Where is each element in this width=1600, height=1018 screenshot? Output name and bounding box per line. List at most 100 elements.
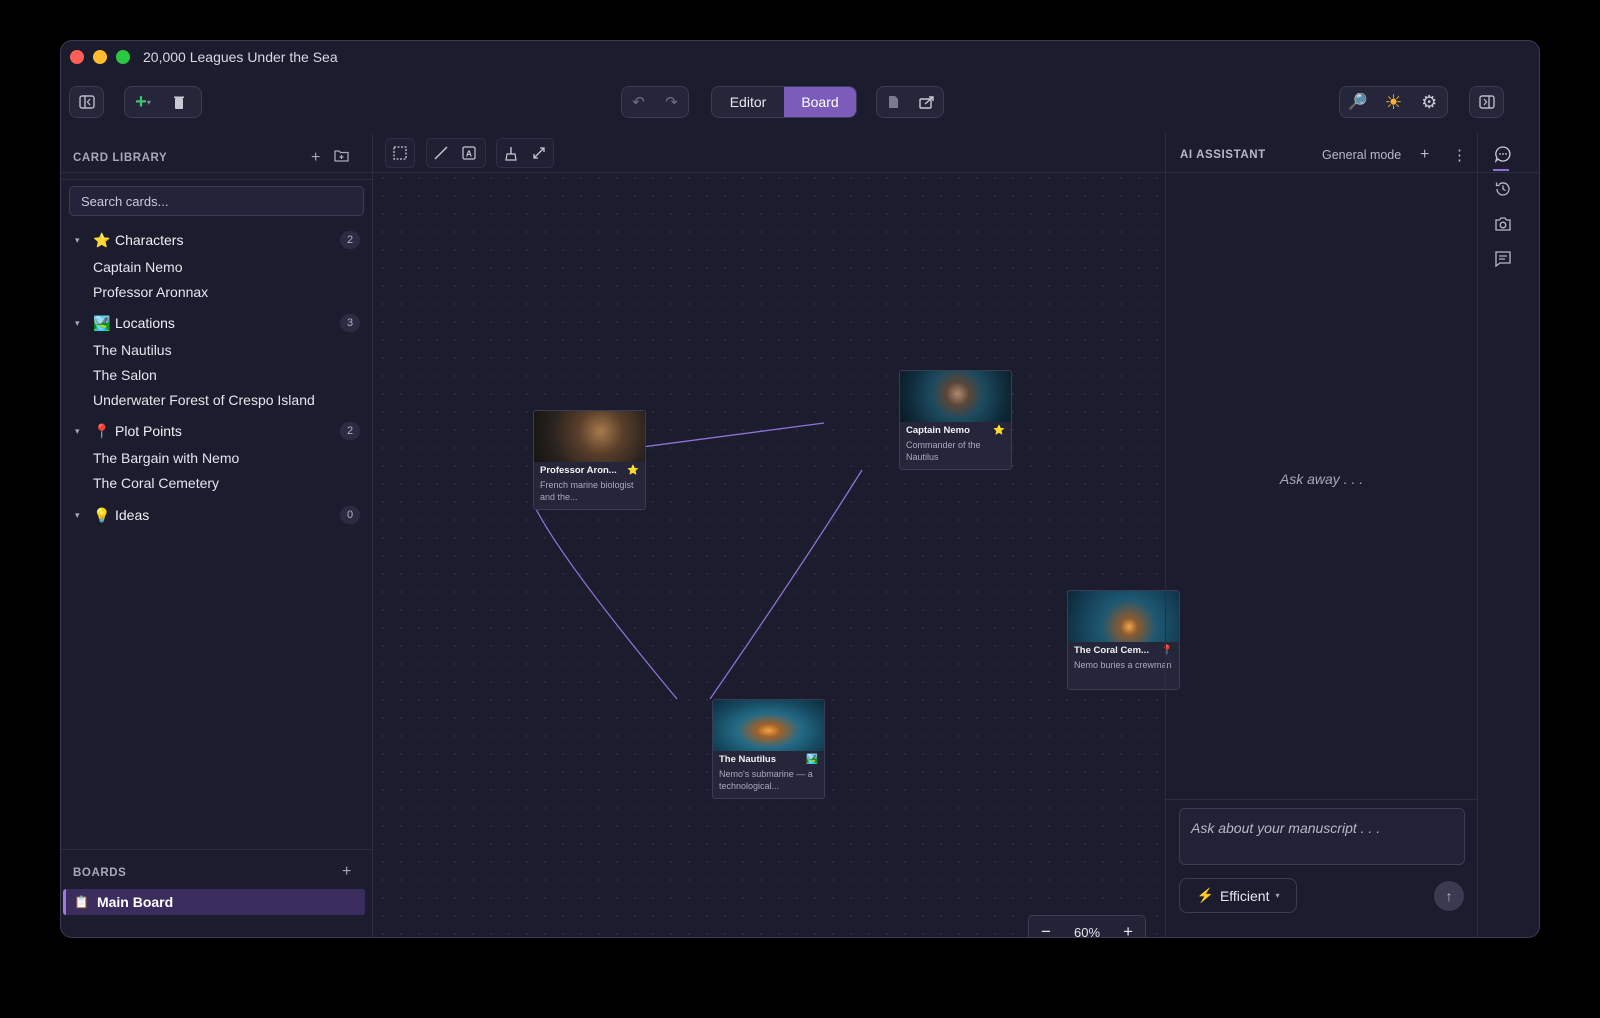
category-label: Ideas <box>115 507 150 523</box>
new-folder-button[interactable] <box>334 149 349 167</box>
boards-title: BOARDS <box>73 867 127 879</box>
card-title: The Coral Cem... <box>1074 645 1149 656</box>
history-group: ↶ ↷ <box>621 86 689 118</box>
app-window: 20,000 Leagues Under the Sea + ▾ ↶ ↷ Edit… <box>60 40 1540 938</box>
document-button[interactable] <box>877 87 910 117</box>
card-image <box>900 371 1011 422</box>
category-label: Locations <box>115 315 175 331</box>
more-options-button[interactable]: ⋮ <box>1452 146 1467 164</box>
card-image <box>534 411 645 462</box>
category-count: 0 <box>340 506 360 524</box>
trash-icon <box>174 96 184 109</box>
title-bar: 20,000 Leagues Under the Sea <box>61 41 1539 73</box>
pin-icon: 📍 <box>93 422 111 439</box>
right-panel-toggle-group <box>1469 86 1504 118</box>
zoom-out-button[interactable]: − <box>1041 922 1051 937</box>
clipboard-icon: 📋 <box>74 895 89 909</box>
library-item[interactable]: The Coral Cemetery <box>93 475 219 491</box>
window-controls <box>70 50 130 64</box>
export-icon <box>918 96 934 109</box>
theme-icon: ☀ <box>1384 91 1403 114</box>
settings-button[interactable]: ⚙ <box>1411 87 1447 117</box>
board-card[interactable]: Professor Aron... ⭐ French marine biologi… <box>533 410 646 510</box>
notes-tab[interactable] <box>1491 247 1515 271</box>
board-item-main[interactable]: 📋 Main Board <box>63 889 365 915</box>
history-tab[interactable] <box>1491 177 1515 201</box>
link-line <box>709 469 863 700</box>
card-image <box>1068 591 1179 642</box>
tab-board[interactable]: Board <box>784 87 856 117</box>
library-item[interactable]: Underwater Forest of Crespo Island <box>93 392 315 408</box>
empty-chat-text: Ask away . . . <box>1279 471 1364 487</box>
category-ideas[interactable]: ▾ 💡 Ideas 0 <box>75 504 360 526</box>
chevron-down-icon: ▾ <box>75 234 80 245</box>
notes-icon <box>1495 251 1511 268</box>
assistant-mode-selector[interactable]: General mode <box>1322 148 1401 162</box>
library-item[interactable]: The Bargain with Nemo <box>93 450 239 466</box>
card-description: Nemo buries a crewman <box>1074 660 1172 670</box>
arrow-up-icon: ↑ <box>1445 888 1453 904</box>
category-label: Plot Points <box>115 423 182 439</box>
camera-icon <box>1495 217 1511 231</box>
add-board-button[interactable]: + <box>342 863 351 881</box>
add-card-button[interactable]: + ▾ <box>125 87 161 117</box>
card-description: Commander of the Nautilus <box>906 440 981 462</box>
chevron-down-icon: ▾ <box>75 317 80 328</box>
snapshot-tab[interactable] <box>1491 212 1515 236</box>
card-title: The Nautilus <box>719 754 777 765</box>
document-group <box>876 86 944 118</box>
library-item[interactable]: Captain Nemo <box>93 259 183 275</box>
boards-actions: + <box>342 863 351 881</box>
chevron-down-icon: ▾ <box>1275 891 1280 900</box>
category-plot-points[interactable]: ▾ 📍 Plot Points 2 <box>75 420 360 442</box>
library-item[interactable]: The Salon <box>93 367 157 383</box>
zoom-in-button[interactable]: + <box>1123 922 1133 937</box>
category-count: 2 <box>340 231 360 249</box>
redo-button[interactable]: ↷ <box>655 87 688 117</box>
lightbulb-icon: 💡 <box>93 506 111 523</box>
tab-editor[interactable]: Editor <box>712 87 784 117</box>
landscape-icon: 🏞️ <box>93 314 111 331</box>
undo-button[interactable]: ↶ <box>622 87 655 117</box>
right-rail <box>1479 133 1539 937</box>
chat-tab[interactable] <box>1491 142 1515 166</box>
board-label: Main Board <box>96 894 174 910</box>
library-item[interactable]: Professor Aronnax <box>93 284 208 300</box>
category-count: 3 <box>340 314 360 332</box>
search-cards-input[interactable]: Search cards... <box>69 186 364 216</box>
card-title: Captain Nemo <box>906 425 970 436</box>
add-card-library-button[interactable]: + <box>311 149 320 167</box>
model-selector-button[interactable]: ⚡ Efficient ▾ <box>1179 878 1297 913</box>
theme-button[interactable]: ☀ <box>1376 87 1412 117</box>
delete-card-button[interactable] <box>161 87 197 117</box>
category-label: Characters <box>115 232 184 248</box>
history-icon <box>1495 182 1510 196</box>
send-button[interactable]: ↑ <box>1434 881 1464 911</box>
card-links <box>535 422 863 700</box>
card-actions-group: + ▾ <box>124 86 202 118</box>
right-panel-toggle-button[interactable] <box>1470 87 1503 117</box>
board-card[interactable]: The Nautilus 🏞️ Nemo's submarine — a tech… <box>712 699 825 799</box>
category-characters[interactable]: ▾ ⭐ Characters 2 <box>75 229 360 251</box>
sidebar-toggle-button[interactable] <box>70 87 103 117</box>
search-button[interactable]: 🔎 <box>1340 87 1376 117</box>
view-switcher: Editor Board <box>711 86 857 118</box>
assistant-prompt-input[interactable]: Ask about your manuscript . . . <box>1179 808 1465 865</box>
settings-icon: ⚙ <box>1421 91 1438 112</box>
new-chat-button[interactable]: + <box>1420 146 1429 164</box>
minimize-window-button[interactable] <box>93 50 107 64</box>
board-canvas[interactable]: A Professor Aron... ⭐ French marine biolo… <box>374 133 1180 937</box>
chat-icon <box>1494 146 1511 163</box>
library-item[interactable]: The Nautilus <box>93 342 172 358</box>
card-library-panel: CARD LIBRARY + Search cards... ▾ ⭐ Chara… <box>61 133 373 937</box>
star-icon: ⭐ <box>93 231 111 248</box>
folder-plus-icon <box>334 150 349 162</box>
active-tab-indicator <box>1493 169 1509 171</box>
close-window-button[interactable] <box>70 50 84 64</box>
board-card[interactable]: Captain Nemo ⭐ Commander of the Nautilus <box>899 370 1012 470</box>
board-card[interactable]: The Coral Cem... 📍 Nemo buries a crewman <box>1067 590 1180 690</box>
category-locations[interactable]: ▾ 🏞️ Locations 3 <box>75 312 360 334</box>
card-image <box>713 700 824 751</box>
zoom-window-button[interactable] <box>116 50 130 64</box>
export-button[interactable] <box>910 87 943 117</box>
